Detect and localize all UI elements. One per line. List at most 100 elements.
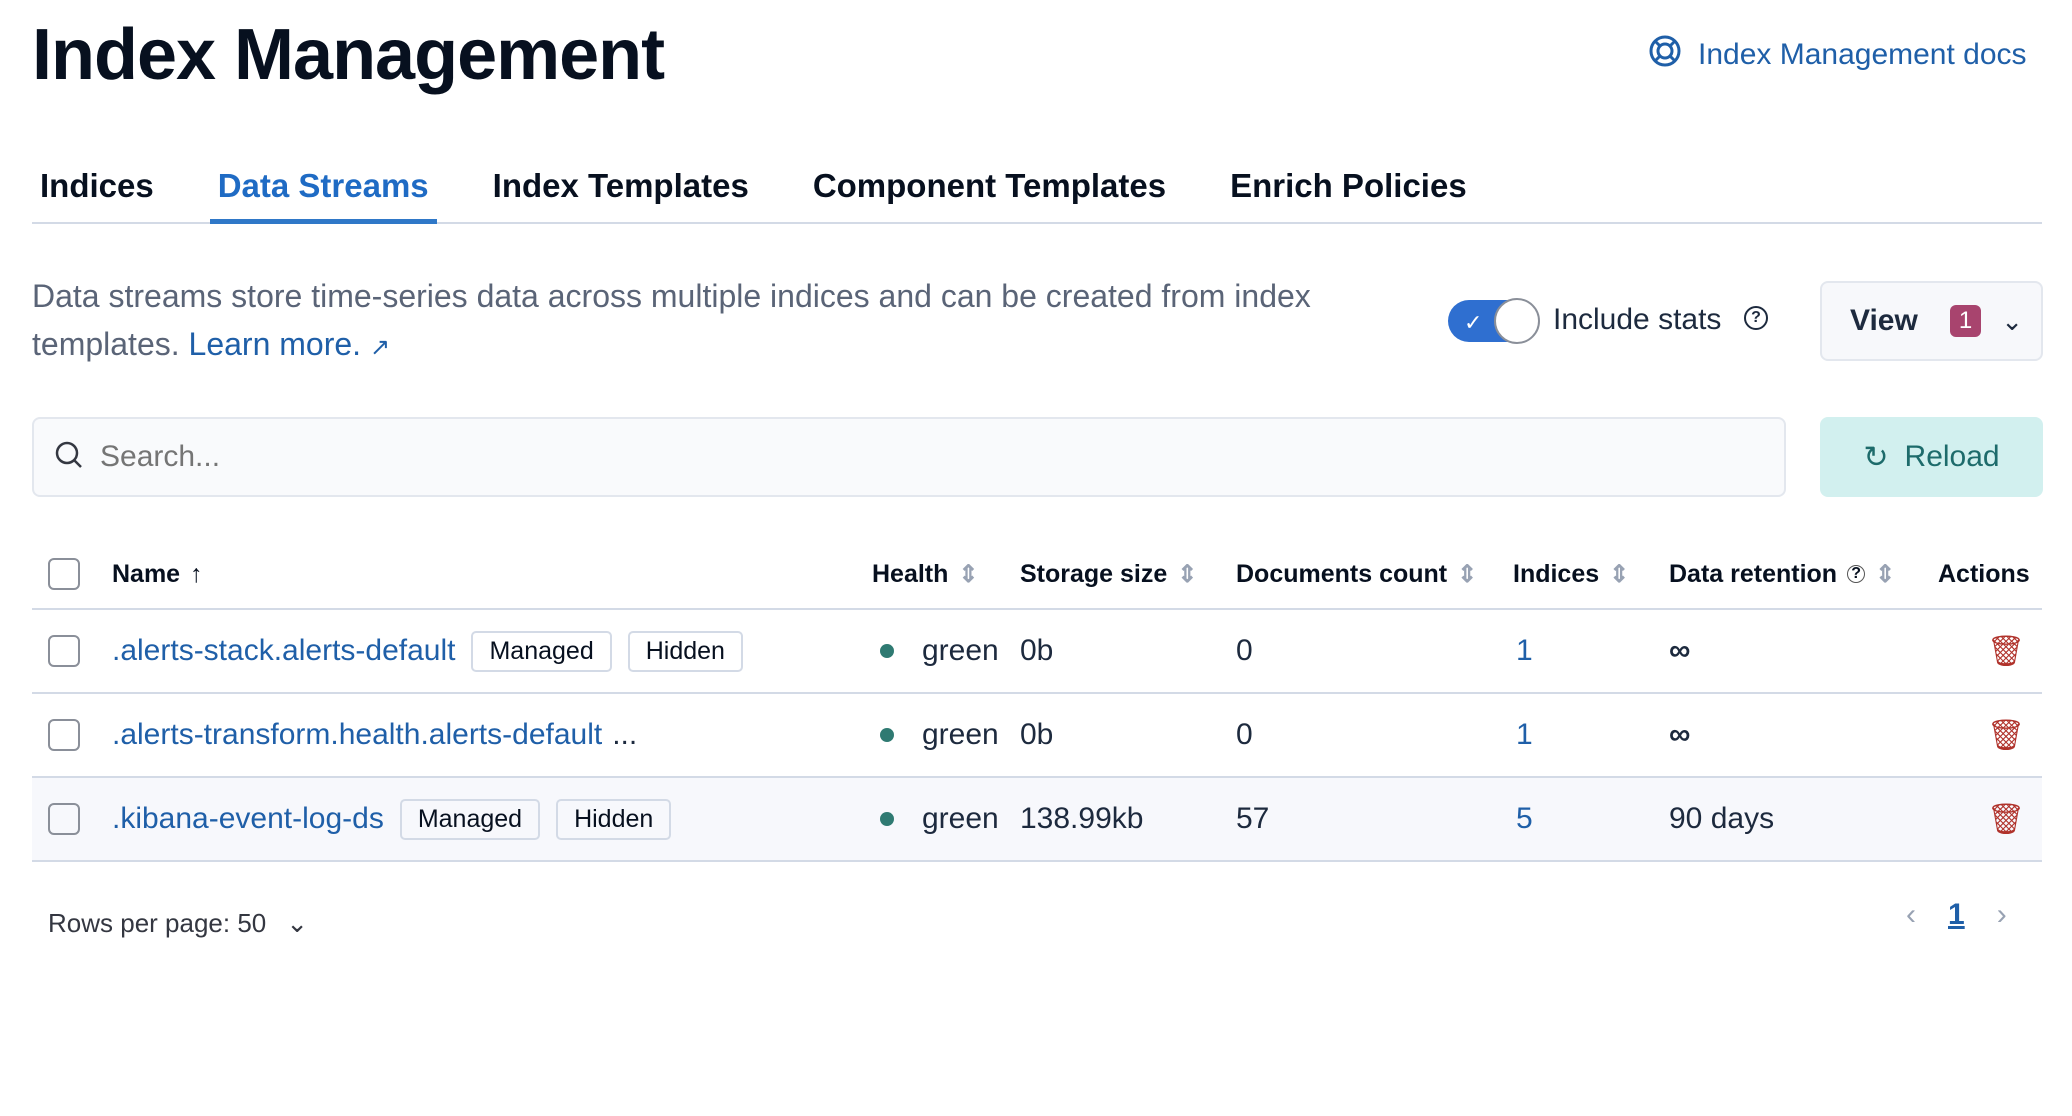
pagination: ‹ 1 › (1906, 898, 2007, 932)
health-value: green (922, 634, 999, 667)
docs-cell: 0 (1236, 718, 1253, 751)
storage-cell: 138.99kb (1020, 802, 1144, 835)
col-name[interactable]: Name ↑ (112, 560, 203, 589)
toggle-knob (1494, 298, 1540, 344)
row-checkbox[interactable] (48, 719, 80, 751)
col-retention[interactable]: Data retention? ⇕ (1669, 560, 1895, 589)
sort-icon: ⇕ (1457, 560, 1478, 588)
view-label: View (1850, 304, 1918, 337)
infinity-icon: ∞ (1669, 718, 1691, 751)
tab-bar: Indices Data Streams Index Templates Com… (32, 150, 2042, 224)
include-stats-toggle[interactable]: ✓ (1448, 298, 1540, 344)
learn-more-label: Learn more. (188, 326, 362, 362)
table-row: .kibana-event-log-ds Managed Hidden green … (32, 778, 2042, 862)
page-title: Index Management (32, 15, 665, 95)
help-icon: ? (1847, 565, 1866, 583)
col-health[interactable]: Health ⇕ (872, 560, 979, 589)
sort-icon: ⇕ (1177, 560, 1198, 588)
col-storage[interactable]: Storage size ⇕ (1020, 560, 1197, 589)
indices-link[interactable]: 5 (1516, 802, 1533, 836)
sort-icon: ⇕ (1609, 560, 1630, 588)
infinity-icon: ∞ (1669, 634, 1691, 667)
health-cell: green (880, 718, 999, 752)
health-value: green (922, 718, 999, 751)
table-row: .alerts-stack.alerts-default Managed Hidde… (32, 610, 2042, 694)
name-cell: .alerts-transform.health.alerts-default.… (112, 718, 637, 752)
rows-per-page-label: Rows per page: 50 (48, 908, 267, 938)
chevron-right-icon[interactable]: › (1997, 898, 2007, 932)
health-value: green (922, 802, 999, 835)
learn-more-link[interactable]: Learn more. ↗ (189, 326, 391, 362)
tab-indices[interactable]: Indices (32, 150, 162, 222)
col-docs[interactable]: Documents count ⇕ (1236, 560, 1477, 589)
name-cell: .alerts-stack.alerts-default Managed Hidde… (112, 630, 743, 672)
search-input[interactable] (100, 440, 1700, 474)
chevron-down-icon: ⌄ (286, 908, 309, 938)
row-checkbox[interactable] (48, 803, 80, 835)
health-dot-icon (880, 812, 894, 826)
col-indices-label: Indices (1513, 559, 1600, 588)
rows-per-page-button[interactable]: Rows per page: 50 ⌄ (48, 908, 308, 939)
sort-icon: ⇕ (1875, 560, 1896, 588)
description: Data streams store time-series data acro… (32, 272, 1432, 372)
health-cell: green (880, 634, 999, 668)
table-header: Name ↑ Health ⇕ Storage size ⇕ Documents co… (32, 540, 2042, 610)
arrow-up-icon: ↑ (190, 559, 203, 588)
col-retention-label: Data retention (1669, 559, 1838, 588)
docs-link[interactable]: Index Management docs (1648, 34, 2027, 76)
chevron-down-icon: ⌄ (2001, 305, 2023, 336)
health-dot-icon (880, 644, 894, 658)
tab-data-streams[interactable]: Data Streams (209, 150, 437, 224)
tab-enrich-policies[interactable]: Enrich Policies (1222, 150, 1475, 222)
chevron-left-icon[interactable]: ‹ (1906, 898, 1916, 932)
col-actions: Actions (1938, 559, 2030, 588)
col-indices[interactable]: Indices ⇕ (1513, 560, 1629, 589)
trash-icon[interactable]: 🗑 (1987, 802, 2025, 837)
stream-name-link[interactable]: .kibana-event-log-ds (112, 802, 384, 836)
managed-badge: Managed (471, 630, 612, 672)
lifebuoy-icon (1648, 34, 1682, 76)
page-button[interactable]: 1 (1948, 898, 1965, 932)
search-icon (54, 440, 84, 475)
col-docs-label: Documents count (1236, 559, 1448, 588)
truncation-ellipsis: ... (612, 718, 638, 751)
trash-icon[interactable]: 🗑 (1987, 634, 2025, 669)
view-count-badge: 1 (1949, 305, 1982, 337)
docs-cell: 0 (1236, 634, 1253, 667)
managed-badge: Managed (399, 798, 541, 840)
col-storage-label: Storage size (1020, 559, 1168, 588)
check-icon: ✓ (1464, 310, 1483, 335)
hidden-badge: Hidden (627, 630, 743, 672)
trash-icon[interactable]: 🗑 (1987, 718, 2025, 753)
health-cell: green (880, 802, 999, 836)
health-dot-icon (880, 728, 894, 742)
sort-icon: ⇕ (958, 560, 979, 588)
reload-button[interactable]: ↻ Reload (1820, 417, 2043, 497)
docs-link-label: Index Management docs (1698, 38, 2027, 71)
table-row: .alerts-transform.health.alerts-default.… (32, 694, 2042, 778)
reload-label: Reload (1904, 440, 2000, 473)
tab-component-templates[interactable]: Component Templates (805, 150, 1174, 222)
stream-name-link[interactable]: .alerts-stack.alerts-default (112, 634, 455, 668)
help-icon[interactable]: ? (1744, 306, 1768, 330)
docs-cell: 57 (1236, 802, 1270, 835)
select-all-checkbox[interactable] (48, 558, 80, 590)
col-health-label: Health (872, 559, 949, 588)
tab-index-templates[interactable]: Index Templates (485, 150, 757, 222)
storage-cell: 0b (1020, 718, 1054, 751)
refresh-icon: ↻ (1863, 440, 1889, 474)
retention-cell: 90 days (1669, 802, 1775, 835)
col-name-label: Name (112, 559, 181, 588)
view-button[interactable]: View 1 ⌄ (1820, 281, 2043, 361)
storage-cell: 0b (1020, 634, 1054, 667)
indices-link[interactable]: 1 (1516, 718, 1533, 752)
name-cell: .kibana-event-log-ds Managed Hidden (112, 798, 672, 840)
search-box[interactable] (32, 417, 1786, 497)
external-link-icon: ↗ (369, 334, 391, 361)
stream-name-link[interactable]: .alerts-transform.health.alerts-default (112, 718, 602, 752)
indices-link[interactable]: 1 (1516, 634, 1533, 668)
hidden-badge: Hidden (556, 798, 672, 840)
data-streams-table: Name ↑ Health ⇕ Storage size ⇕ Documents co… (32, 540, 2042, 862)
include-stats-label: Include stats (1553, 303, 1722, 336)
row-checkbox[interactable] (48, 635, 80, 667)
